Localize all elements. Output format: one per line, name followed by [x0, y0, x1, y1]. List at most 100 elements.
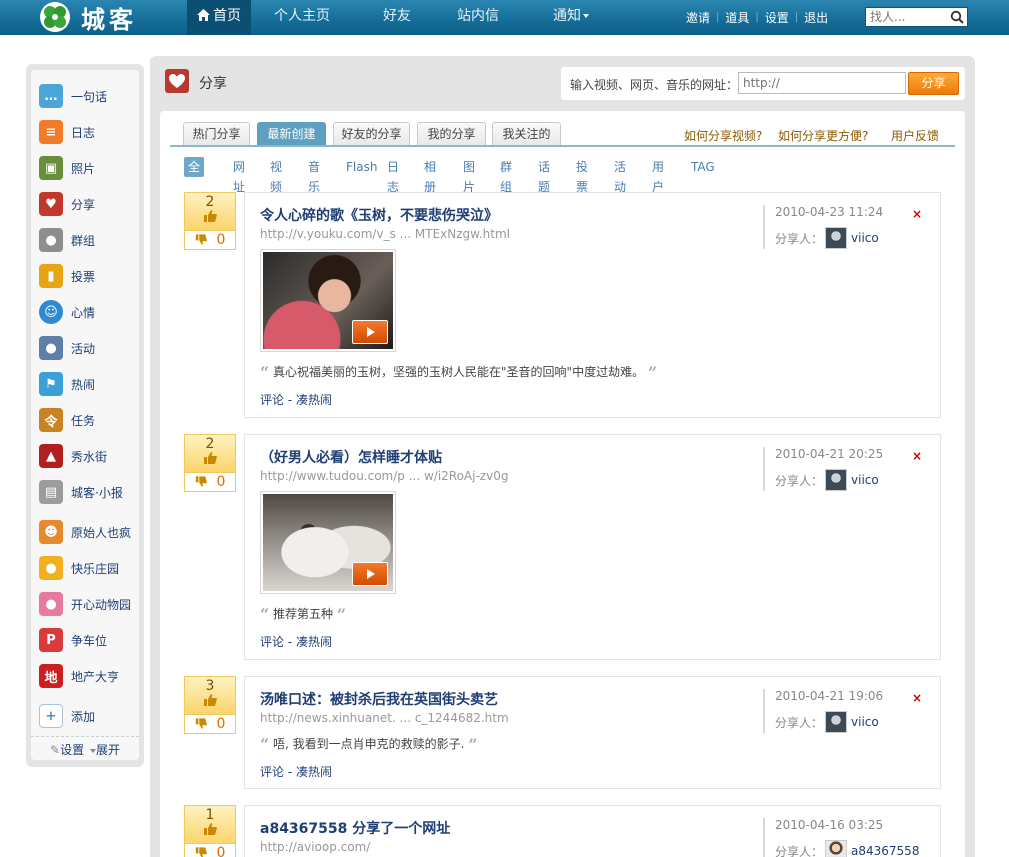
filter-all[interactable]: 全部 [184, 157, 205, 194]
logout-link[interactable]: 退出 [804, 9, 828, 26]
sidebar-expand-link[interactable]: 展开 [96, 743, 120, 757]
group-icon: ● [39, 228, 63, 252]
share-title-link[interactable]: 令人心碎的歌《玉树，不要悲伤哭泣》 [260, 205, 498, 225]
nav-home[interactable]: 首页 [187, 0, 251, 35]
sharer-name-link[interactable]: viico [851, 473, 879, 487]
avatar[interactable] [825, 469, 848, 491]
vote-down-button[interactable]: 0 [185, 472, 235, 491]
avatar[interactable] [825, 227, 848, 249]
share-url-input[interactable] [738, 72, 906, 94]
sidebar-item-property[interactable]: 地 地产大亨 [39, 664, 119, 688]
sidebar-item-blog[interactable]: ≡ 日志 [39, 120, 95, 144]
clover-logo-icon [38, 1, 72, 33]
tab-friends[interactable]: 好友的分享 [333, 122, 410, 146]
settings-link[interactable]: 设置 [765, 9, 789, 26]
notepad-icon: ≡ [39, 120, 63, 144]
vote-up-button[interactable]: 2 [185, 193, 235, 230]
video-thumbnail[interactable] [260, 249, 396, 352]
vote-box: 2 0 [184, 192, 236, 250]
sidebar-item-share[interactable]: ♥ 分享 [39, 192, 95, 216]
vote-down-button[interactable]: 0 [185, 714, 235, 733]
sharer-name-link[interactable]: viico [851, 715, 879, 729]
share-comment: “ 真心祝福美丽的玉树，坚强的玉树人民能在"圣音的回响"中度过劫难。 ” [260, 363, 657, 382]
nav-friends[interactable]: 好友 [369, 0, 425, 35]
sidebar-item-add[interactable]: + 添加 [39, 704, 95, 728]
sidebar-item-polls[interactable]: ▮ 投票 [39, 264, 95, 288]
sharer-name-link[interactable]: a84367558 [851, 844, 919, 857]
logo[interactable]: 城客 [38, 1, 137, 34]
sidebar-item-market[interactable]: ▲ 秀水街 [39, 444, 107, 468]
filter-music[interactable]: 音乐 [308, 157, 320, 194]
photo-icon: ▣ [39, 156, 63, 180]
sidebar-item-newspaper[interactable]: ▤ 城客·小报 [39, 480, 123, 504]
nav-notifications[interactable]: 通知 [541, 0, 601, 35]
search-input[interactable] [866, 8, 946, 26]
sidebar-item-label: 任务 [71, 413, 96, 428]
comment-join-links[interactable]: 评论 - 凑热闹 [260, 391, 332, 408]
filter-blog[interactable]: 日志 [387, 157, 399, 194]
sidebar-item-tasks[interactable]: 令 任务 [39, 408, 95, 432]
sidebar-item-groups[interactable]: ● 群组 [39, 228, 95, 252]
sidebar-item-photos[interactable]: ▣ 照片 [39, 156, 95, 180]
delete-icon[interactable]: × [912, 449, 922, 463]
filter-video[interactable]: 视频 [270, 157, 282, 194]
filter-url[interactable]: 网址 [233, 157, 245, 194]
sidebar-item-caveman[interactable]: ☻ 原始人也疯 [39, 520, 131, 544]
sidebar-item-events[interactable]: ● 活动 [39, 336, 95, 360]
filter-image[interactable]: 图片 [463, 157, 475, 194]
share-meta: 2010-04-23 11:24 分享人： viico [763, 205, 883, 249]
open-quote-icon: “ [260, 363, 270, 382]
tab-mine[interactable]: 我的分享 [417, 122, 486, 146]
sidebar-item-parking[interactable]: P 争车位 [39, 628, 107, 652]
search-icon[interactable] [950, 10, 964, 24]
sidebar-item-mood[interactable]: ☺ 心情 [39, 300, 95, 324]
sidebar-item-buzz[interactable]: ⚑ 热闹 [39, 372, 95, 396]
share-button[interactable]: 分享 [908, 72, 959, 95]
vote-down-button[interactable]: 0 [185, 230, 235, 249]
avatar[interactable] [825, 711, 848, 733]
delete-icon[interactable]: × [912, 691, 922, 705]
feedback-link[interactable]: 用户反馈 [891, 127, 939, 144]
filter-event[interactable]: 活动 [614, 157, 626, 194]
vote-up-button[interactable]: 3 [185, 677, 235, 714]
delete-icon[interactable]: × [912, 207, 922, 221]
props-link[interactable]: 道具 [725, 9, 749, 26]
vote-down-button[interactable]: 0 [185, 843, 235, 857]
filter-album[interactable]: 相册 [424, 157, 436, 194]
vote-up-button[interactable]: 2 [185, 435, 235, 472]
filter-group[interactable]: 群组 [500, 157, 512, 194]
comment-join-links[interactable]: 评论 - 凑热闹 [260, 633, 332, 650]
vote-up-button[interactable]: 1 [185, 806, 235, 843]
vote-down-count: 0 [216, 474, 226, 490]
sidebar-item-status[interactable]: … 一句话 [39, 84, 107, 108]
invite-link[interactable]: 邀请 [686, 9, 710, 26]
sharer-name-link[interactable]: viico [851, 231, 879, 245]
help-share-link[interactable]: 如何分享更方便? [778, 127, 868, 144]
help-video-link[interactable]: 如何分享视频? [684, 127, 762, 144]
comment-join-links[interactable]: 评论 - 凑热闹 [260, 763, 332, 780]
sidebar-item-zoo[interactable]: ● 开心动物园 [39, 592, 131, 616]
tab-newest[interactable]: 最新创建 [257, 122, 326, 146]
tab-hot[interactable]: 热门分享 [183, 122, 250, 146]
share-url[interactable]: http://avioop.com/ [260, 840, 370, 854]
shop-icon: ▲ [39, 444, 63, 468]
tab-following[interactable]: 我关注的 [492, 122, 561, 146]
share-url[interactable]: http://www.tudou.com/p ... w/i2RoAj-zv0g [260, 469, 508, 483]
share-title-link[interactable]: 汤唯口述：被封杀后我在英国街头卖艺 [260, 689, 498, 709]
video-thumbnail[interactable] [260, 491, 396, 594]
filter-flash[interactable]: Flash [346, 157, 377, 177]
share-url[interactable]: http://news.xinhuanet. ... c_1244682.htm [260, 711, 509, 725]
share-title-link[interactable]: a84367558 分享了一个网址 [260, 818, 450, 838]
share-meta: 2010-04-21 19:06 分享人： viico [763, 689, 883, 733]
share-url[interactable]: http://v.youku.com/v_s ... MTExNzgw.html [260, 227, 510, 241]
sidebar-settings-link[interactable]: 设置 [60, 743, 84, 757]
filter-user[interactable]: 用户 [652, 157, 664, 194]
nav-profile[interactable]: 个人主页 [259, 0, 345, 35]
nav-messages[interactable]: 站内信 [443, 0, 513, 35]
avatar[interactable] [825, 840, 848, 857]
sidebar-item-farm[interactable]: ● 快乐庄园 [39, 556, 119, 580]
filter-topic[interactable]: 话题 [538, 157, 550, 194]
filter-tag[interactable]: TAG [691, 157, 715, 177]
filter-poll[interactable]: 投票 [576, 157, 588, 194]
share-title-link[interactable]: （好男人必看）怎样睡才体贴 [260, 447, 442, 467]
